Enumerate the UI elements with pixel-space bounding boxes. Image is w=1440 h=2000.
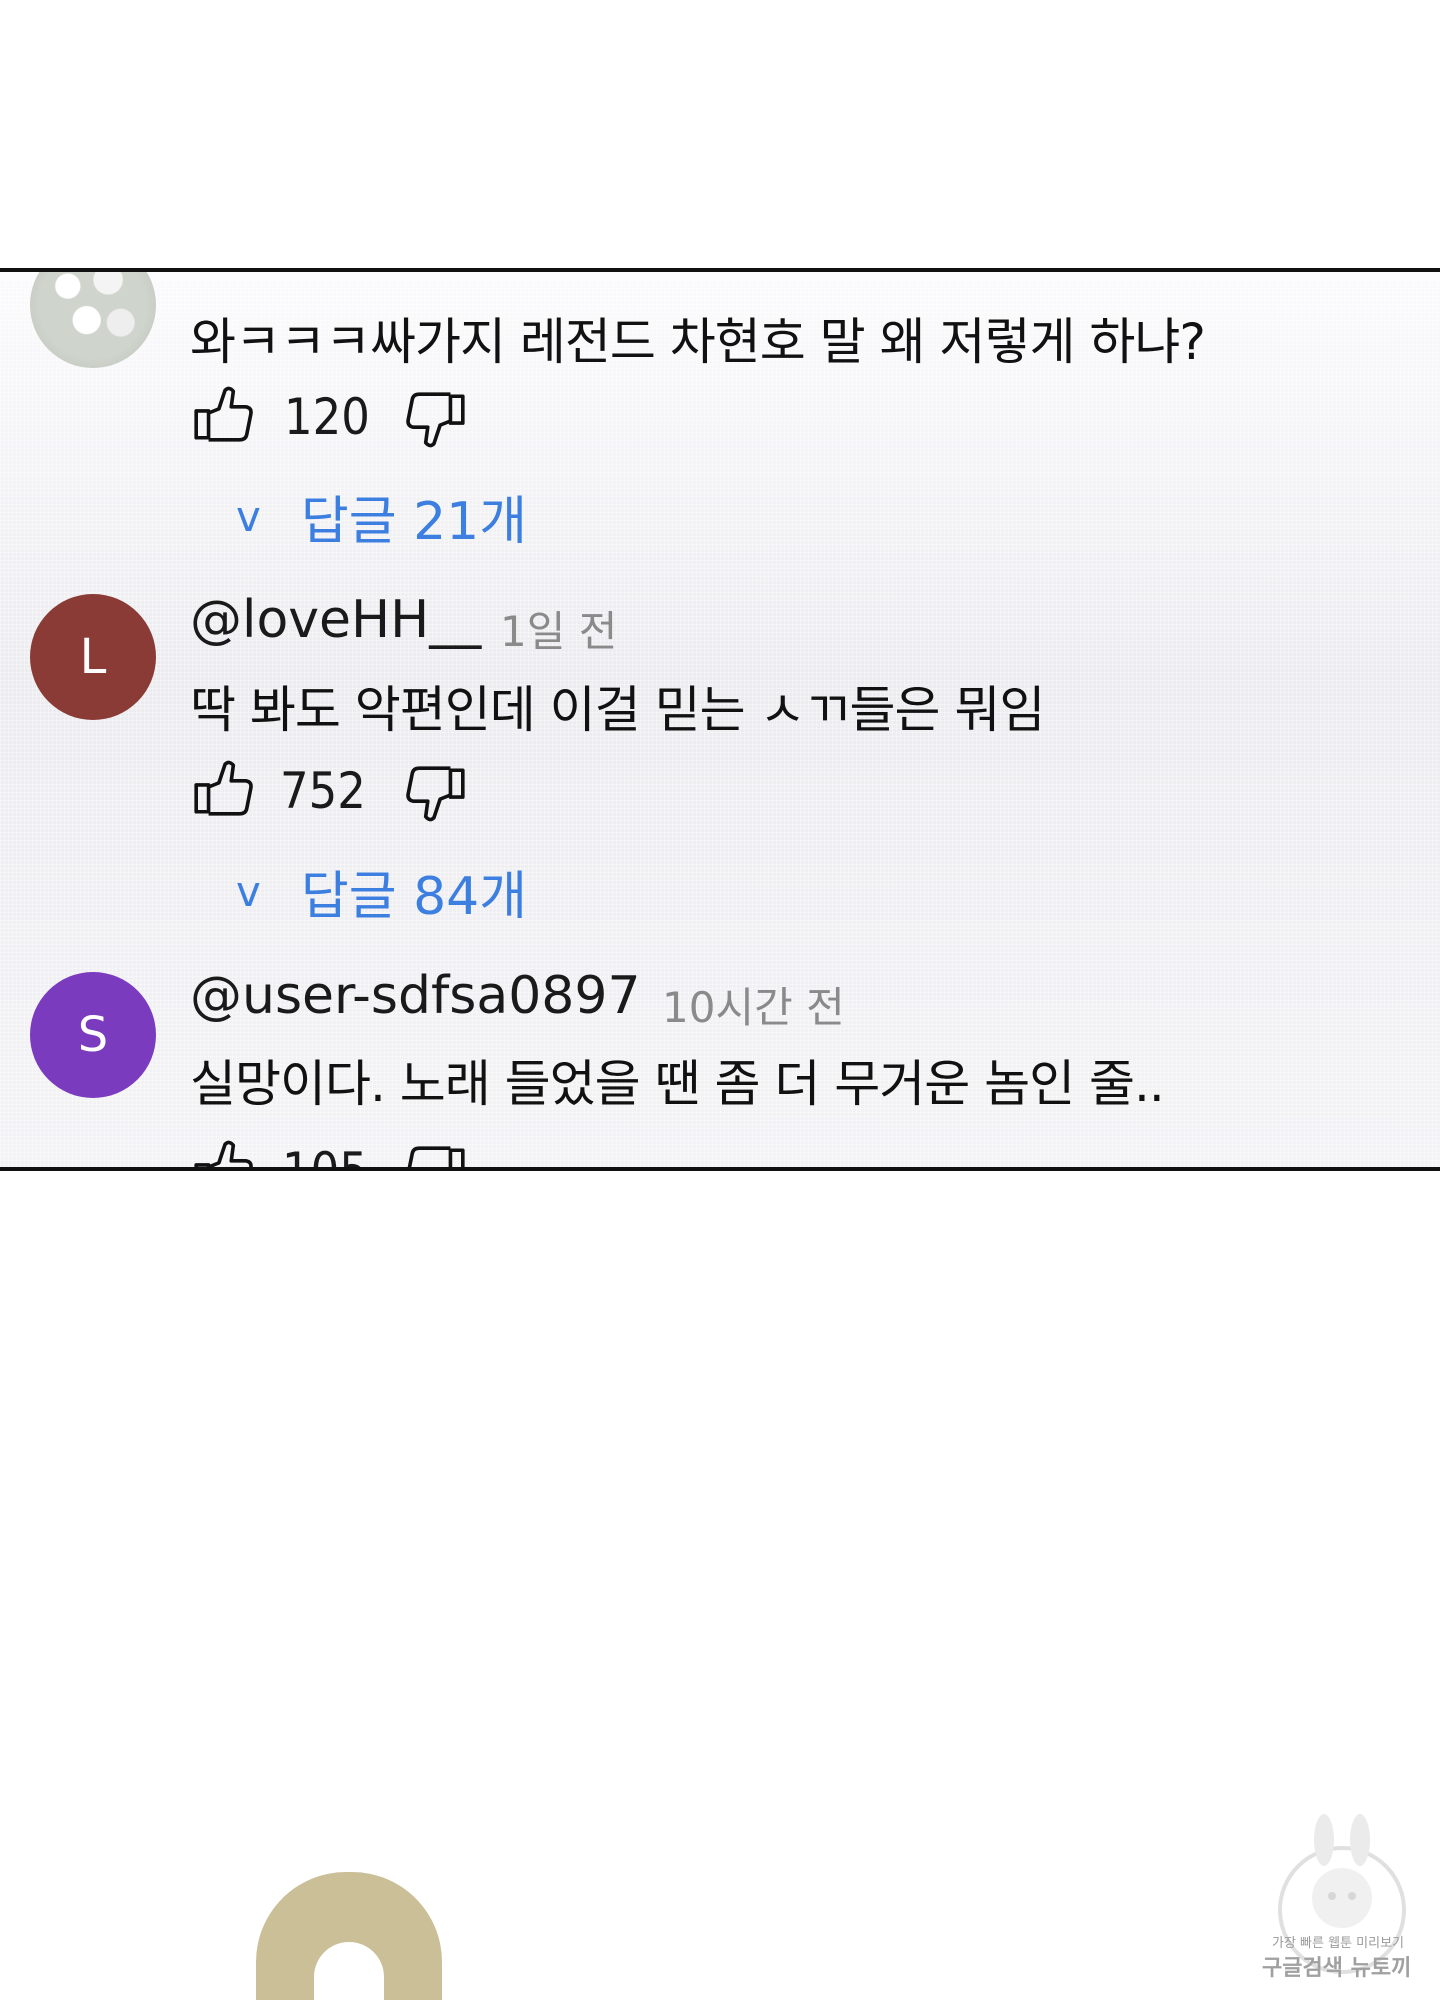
comment-text: 딱 봐도 악편인데 이걸 믿는 ㅅㄲ들은 뭐임 <box>190 681 1045 739</box>
replies-label: 답글 84개 <box>300 867 528 927</box>
comment-author[interactable]: @loveHH__ <box>190 590 481 650</box>
watermark-tagline: 가장 빠른 웹툰 미리보기 <box>1272 1936 1404 1951</box>
chevron-down-icon: v <box>236 867 261 916</box>
avatar[interactable]: L <box>30 594 156 720</box>
avatar-letter: S <box>77 1007 109 1063</box>
comment-text: 실망이다. 노래 들었을 땐 좀 더 무거운 놈인 줄.. <box>190 1055 1165 1113</box>
speech-bubble-decoration <box>256 1872 442 2000</box>
comments-screenshot-panel: 와ㅋㅋㅋ싸가지 레전드 차현호 말 왜 저렇게 하냐? 120 v 답글 21개… <box>0 268 1440 1171</box>
thumbs-up-icon[interactable] <box>190 754 256 820</box>
avatar[interactable]: S <box>30 972 156 1098</box>
thumbs-down-icon[interactable] <box>403 388 469 454</box>
chevron-down-icon: v <box>236 492 261 541</box>
replies-toggle[interactable]: v 답글 84개 <box>236 854 527 929</box>
thumbs-down-icon[interactable] <box>403 1142 469 1167</box>
like-count: 105 <box>282 1142 368 1171</box>
watermark-title: 구글검색 뉴토끼 <box>1262 1956 1412 1981</box>
thumbs-up-icon[interactable] <box>190 1134 256 1167</box>
comment-time: 10시간 전 <box>662 983 845 1032</box>
comment-time: 1일 전 <box>500 607 618 656</box>
comment-text: 와ㅋㅋㅋ싸가지 레전드 차현호 말 왜 저렇게 하냐? <box>190 313 1206 371</box>
replies-toggle[interactable]: v 답글 21개 <box>236 479 527 554</box>
thumbs-up-icon[interactable] <box>190 380 256 446</box>
thumbs-down-icon[interactable] <box>403 762 469 828</box>
like-count: 120 <box>284 388 370 446</box>
avatar-letter: L <box>79 629 107 685</box>
replies-label: 답글 21개 <box>300 492 528 552</box>
like-count: 752 <box>280 762 366 820</box>
comment-author[interactable]: @user-sdfsa0897 <box>190 966 641 1026</box>
webtoon-page: 와ㅋㅋㅋ싸가지 레전드 차현호 말 왜 저렇게 하냐? 120 v 답글 21개… <box>0 0 1440 2000</box>
avatar[interactable] <box>30 272 156 368</box>
